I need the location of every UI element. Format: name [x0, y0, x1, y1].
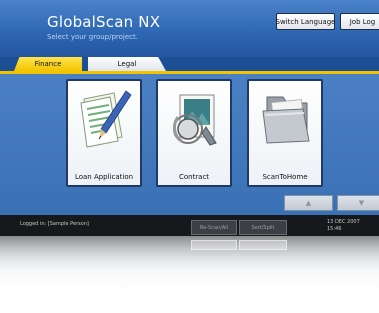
- date-time-display: 13 DEC 2007 15:46: [327, 219, 360, 233]
- tile-label: Contract: [178, 173, 210, 181]
- tab-finance[interactable]: Finance: [14, 57, 82, 71]
- scroll-up-button[interactable]: ▲: [284, 195, 333, 211]
- tile-label: Loan Application: [74, 173, 134, 181]
- folder-icon: [262, 96, 310, 144]
- switch-language-button[interactable]: Switch Language: [276, 13, 335, 30]
- tile-loan-application[interactable]: Loan Application: [66, 79, 142, 187]
- rescan-button[interactable]: Re-Scan/All: [191, 220, 237, 235]
- reflection-fade: [0, 236, 379, 313]
- logged-in-user: Logged in: [Sample Person]: [20, 221, 89, 227]
- tab-legal[interactable]: Legal: [88, 57, 166, 71]
- tile-scantohome[interactable]: ScanToHome: [247, 79, 323, 187]
- job-log-button[interactable]: Job Log: [340, 13, 379, 30]
- floor-reflection: [0, 236, 379, 313]
- app-subtitle: Select your group/project.: [47, 33, 138, 41]
- time-text: 15:46: [327, 226, 342, 232]
- date-text: 13 DEC 2007: [327, 219, 360, 225]
- scroll-down-button[interactable]: ▼: [337, 195, 379, 211]
- document-pen-icon: [80, 90, 132, 148]
- app-title: GlobalScan NX: [47, 13, 161, 31]
- globalscan-screen: GlobalScan NX Select your group/project.…: [0, 0, 379, 236]
- sort-split-button[interactable]: Sort/Split: [239, 220, 287, 235]
- stamp-seal-icon: [173, 94, 217, 146]
- tile-contract[interactable]: Contract: [156, 79, 232, 187]
- tile-label: ScanToHome: [262, 173, 308, 181]
